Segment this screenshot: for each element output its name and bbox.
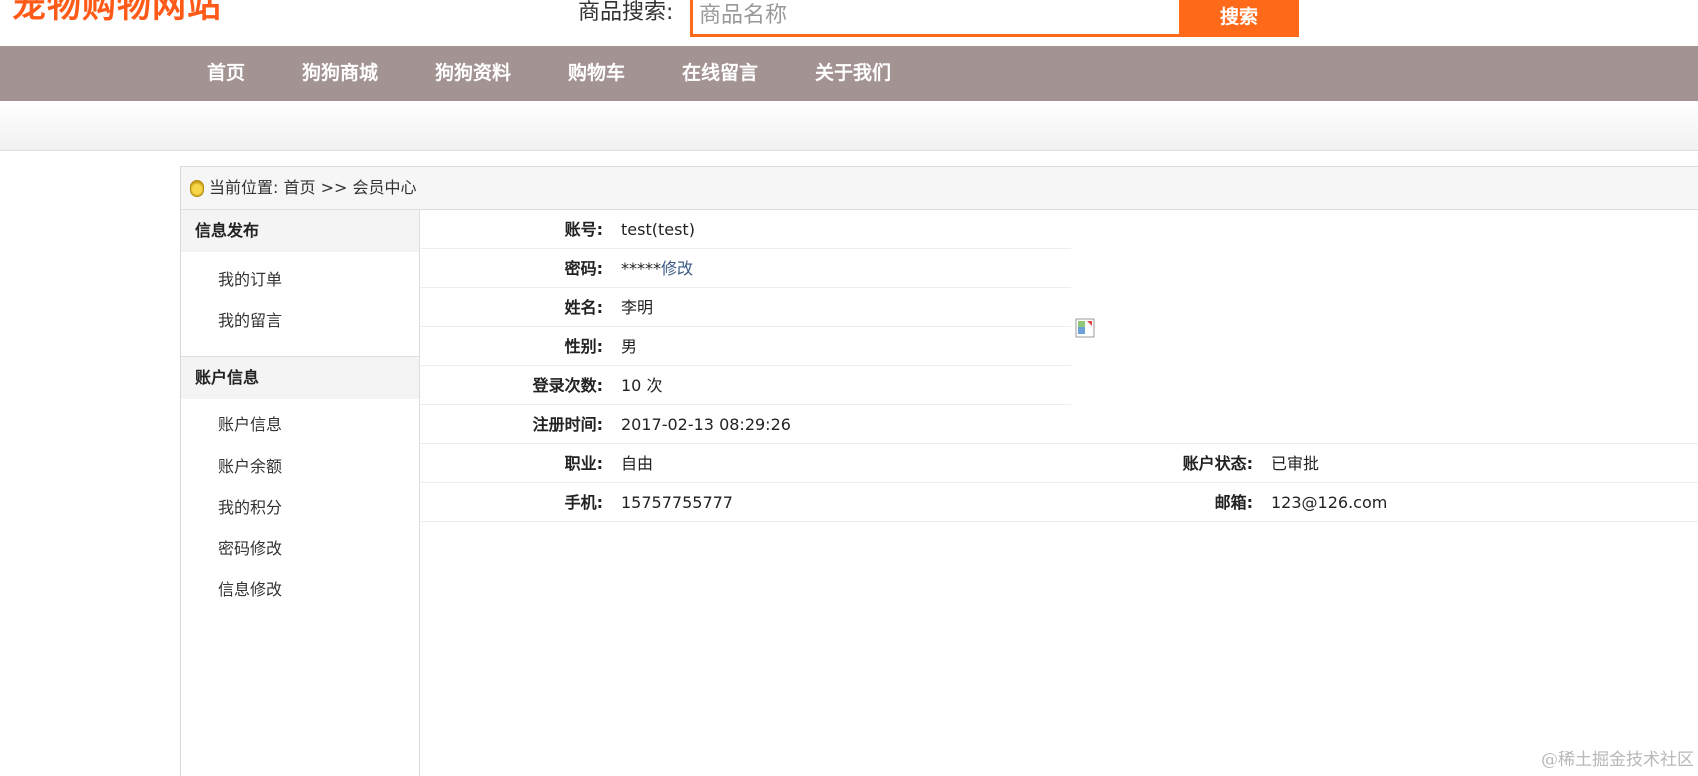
password-edit-link[interactable]: 修改	[661, 259, 693, 278]
info-row-name: 姓名: 李明	[421, 288, 1071, 327]
nav-item-cart[interactable]: 购物车	[568, 46, 625, 101]
member-center: 当前位置: 首页 >> 会员中心 信息发布 我的订单 我的留言 账户信息 账户信…	[180, 166, 1698, 776]
status-value: 已审批	[1271, 454, 1320, 473]
search-button[interactable]: 搜索	[1179, 0, 1299, 34]
register-time-value: 2017-02-13 08:29:26	[621, 415, 791, 434]
watermark: @稀土掘金技术社区	[1541, 750, 1694, 770]
info-row-job-status: 职业: 自由 账户状态: 已审批	[421, 444, 1698, 483]
nav-item-dog-info[interactable]: 狗狗资料	[435, 46, 511, 101]
password-mask: *****	[621, 259, 661, 278]
nav-item-dog-mall[interactable]: 狗狗商城	[302, 46, 378, 101]
search-input[interactable]	[699, 0, 1179, 34]
password-label: 密码:	[564, 259, 603, 278]
phone-value: 15757755777	[621, 493, 733, 512]
sidebar-item-change-password[interactable]: 密码修改	[218, 535, 282, 559]
breadcrumb-current: 会员中心	[352, 178, 417, 197]
sidebar-group-title-publish: 信息发布	[181, 210, 419, 252]
job-label: 职业:	[564, 454, 603, 473]
sidebar-item-edit-info[interactable]: 信息修改	[218, 576, 282, 600]
name-value: 李明	[621, 298, 654, 317]
breadcrumb: 当前位置: 首页 >> 会员中心	[181, 166, 1698, 210]
info-row-account: 账号: test(test)	[421, 210, 1071, 249]
site-logo[interactable]: 宠物购物网站	[12, 0, 222, 27]
password-value: *****修改	[621, 249, 693, 288]
sidebar-item-account-balance[interactable]: 账户余额	[218, 453, 282, 477]
breadcrumb-home[interactable]: 首页	[284, 178, 316, 197]
phone-label: 手机:	[564, 493, 603, 512]
sidebar-item-my-orders[interactable]: 我的订单	[218, 266, 282, 290]
info-row-gender: 性别: 男	[421, 327, 1071, 366]
location-medal-icon	[190, 180, 204, 197]
email-label: 邮箱:	[1214, 493, 1253, 512]
sidebar: 信息发布 我的订单 我的留言 账户信息 账户信息 账户余额 我的积分 密码修改 …	[181, 210, 420, 776]
register-time-label: 注册时间:	[532, 415, 603, 434]
sidebar-item-my-messages[interactable]: 我的留言	[218, 307, 282, 331]
broken-avatar-image-icon	[1075, 318, 1095, 338]
info-row-register-time: 注册时间: 2017-02-13 08:29:26	[421, 405, 1698, 444]
nav-item-home[interactable]: 首页	[207, 46, 245, 101]
sidebar-item-my-points[interactable]: 我的积分	[218, 494, 282, 518]
info-row-login-count: 登录次数: 10 次	[421, 366, 1071, 405]
status-label: 账户状态:	[1182, 454, 1253, 473]
sidebar-item-account-info[interactable]: 账户信息	[218, 411, 282, 435]
account-value: test(test)	[621, 220, 695, 239]
gender-value: 男	[621, 337, 638, 356]
email-value: 123@126.com	[1271, 493, 1388, 512]
account-label: 账号:	[564, 220, 603, 239]
search-label: 商品搜索:	[578, 0, 674, 25]
login-count-label: 登录次数:	[532, 376, 603, 395]
breadcrumb-separator: >>	[320, 178, 348, 197]
nav-item-about[interactable]: 关于我们	[815, 46, 891, 101]
gender-label: 性别:	[564, 337, 603, 356]
job-value: 自由	[621, 454, 654, 473]
sidebar-group-title-account: 账户信息	[181, 357, 419, 399]
name-label: 姓名:	[564, 298, 603, 317]
sub-header-band	[0, 101, 1698, 151]
nav-item-message[interactable]: 在线留言	[682, 46, 758, 101]
search-box: 搜索	[690, 0, 1299, 37]
main-nav: 首页 狗狗商城 狗狗资料 购物车 在线留言 关于我们	[0, 46, 1698, 101]
login-count-value: 10 次	[621, 376, 663, 395]
info-row-phone-email: 手机: 15757755777 邮箱: 123@126.com	[421, 483, 1698, 522]
breadcrumb-prefix: 当前位置:	[209, 178, 279, 197]
info-row-password: 密码: *****修改	[421, 249, 1071, 288]
